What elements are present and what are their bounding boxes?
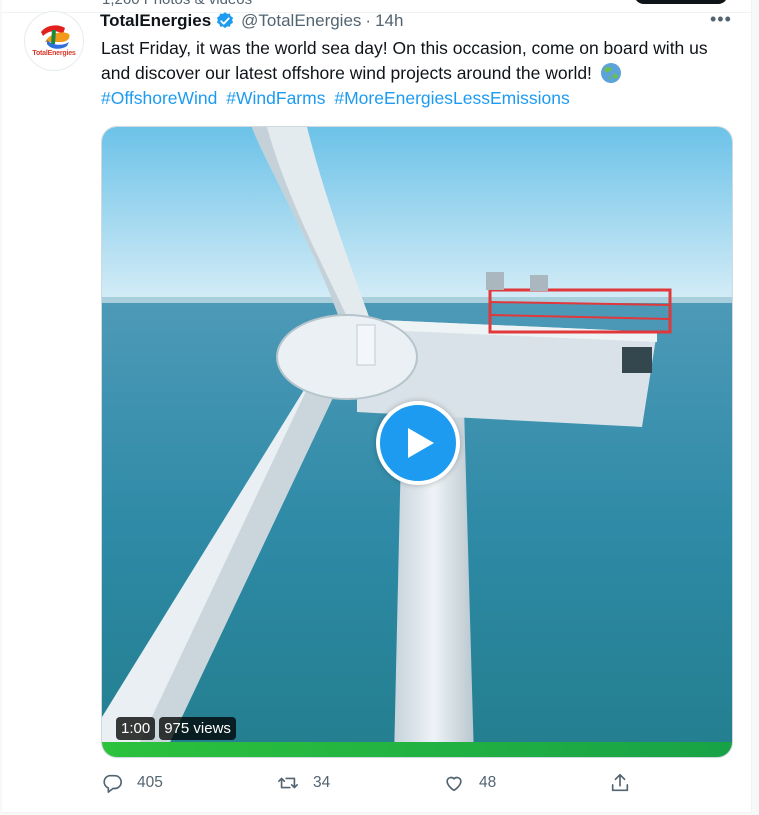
video-views: 975 views bbox=[159, 717, 236, 740]
more-options-icon[interactable]: ••• bbox=[710, 10, 734, 30]
heart-icon bbox=[446, 776, 462, 792]
video-progress-fill bbox=[102, 742, 732, 757]
media-count-header: 1,260 Photos & videos bbox=[102, 0, 252, 8]
hashtag-link[interactable]: #OffshoreWind bbox=[101, 88, 217, 108]
video-badges: 1:00 975 views bbox=[116, 717, 236, 740]
avatar-brand-text: TotalEnergies bbox=[32, 50, 76, 57]
globe-asia-emoji-icon bbox=[600, 62, 622, 84]
play-button[interactable] bbox=[376, 401, 460, 485]
hashtags: #OffshoreWind #WindFarms #MoreEnergiesLe… bbox=[101, 86, 574, 111]
reply-button[interactable]: 405 bbox=[101, 772, 163, 794]
retweet-count: 34 bbox=[313, 774, 331, 791]
avatar[interactable]: TotalEnergies bbox=[24, 11, 84, 71]
like-count: 48 bbox=[479, 774, 497, 791]
tweet-header: TotalEnergies @TotalEnergies · 14h bbox=[100, 10, 403, 32]
author-name[interactable]: TotalEnergies bbox=[100, 11, 211, 31]
follow-button-partial[interactable] bbox=[634, 0, 728, 4]
video-progress-bar[interactable] bbox=[102, 742, 732, 757]
tweet-card[interactable]: 1,260 Photos & videos TotalEnergies Tota… bbox=[2, 0, 752, 813]
retweet-icon bbox=[278, 777, 298, 789]
play-icon bbox=[408, 428, 434, 458]
author-handle[interactable]: @TotalEnergies bbox=[241, 11, 361, 31]
verified-badge-icon bbox=[215, 11, 235, 31]
share-button[interactable] bbox=[609, 772, 631, 794]
tweet-timestamp[interactable]: 14h bbox=[375, 11, 403, 31]
tweet-body: Last Friday, it was the world sea day! O… bbox=[101, 36, 741, 86]
separator-dot: · bbox=[365, 11, 372, 30]
hashtag-link[interactable]: #WindFarms bbox=[226, 88, 325, 108]
video-duration: 1:00 bbox=[116, 717, 156, 740]
share-icon bbox=[611, 773, 629, 792]
video-player[interactable]: 1:00 975 views bbox=[101, 126, 733, 758]
reply-count: 405 bbox=[137, 774, 163, 791]
hashtag-link[interactable]: #MoreEnergiesLessEmissions bbox=[334, 88, 569, 108]
reply-icon bbox=[103, 774, 122, 793]
like-button[interactable]: 48 bbox=[443, 772, 496, 794]
tweet-actions: 405 34 48 bbox=[101, 772, 741, 802]
totalenergies-logo bbox=[41, 25, 70, 49]
retweet-button[interactable]: 34 bbox=[277, 772, 330, 794]
